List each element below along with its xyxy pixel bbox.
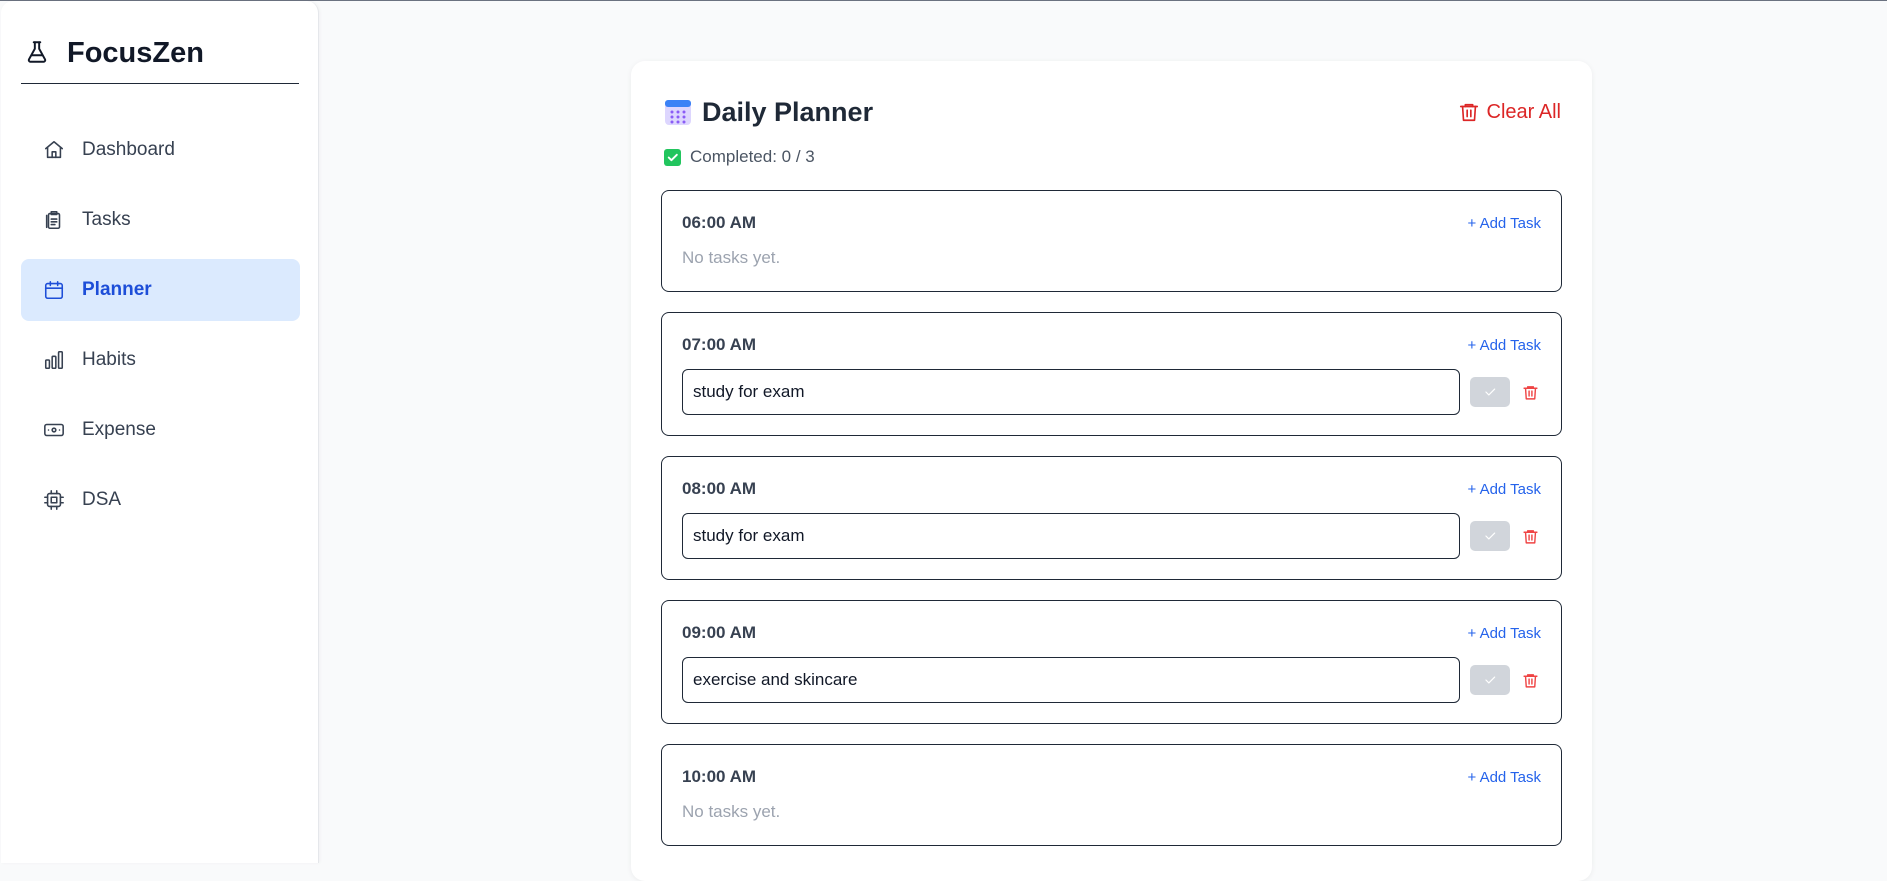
sidebar-item-habits[interactable]: Habits [21,329,300,391]
clear-all-button[interactable]: Clear All [1458,100,1561,124]
check-icon [1485,532,1496,540]
sidebar-item-expense[interactable]: Expense [21,399,300,461]
time-slot-0600: 06:00 AM + Add Task No tasks yet. [661,190,1562,292]
sidebar-item-label: Dashboard [82,139,175,160]
time-slot-1000: 10:00 AM + Add Task No tasks yet. [661,744,1562,846]
calendar-icon [42,278,66,302]
sidebar-item-planner[interactable]: Planner [21,259,300,321]
empty-slot-text: No tasks yet. [682,802,781,821]
bar-chart-icon [42,348,66,372]
add-task-button[interactable]: + Add Task [1467,215,1541,232]
check-mark-icon [664,148,681,166]
sidebar-nav: Dashboard Tasks Planner Habits Expense D… [21,119,300,539]
banknote-icon [42,418,66,442]
planner-card: Daily Planner Clear All Completed: 0 / 3… [631,61,1592,881]
delete-task-button[interactable] [1520,381,1540,403]
app-name: FocusZen [67,36,204,69]
task-row [682,369,1542,415]
check-icon [1485,676,1496,684]
time-slot-0800: 08:00 AM + Add Task [661,456,1562,580]
delete-task-button[interactable] [1520,525,1540,547]
sidebar-item-label: Expense [82,419,156,440]
task-input[interactable] [682,657,1460,703]
completed-text: Completed: 0 / 3 [690,147,815,166]
trash-icon [1522,385,1538,400]
slot-time: 07:00 AM [682,335,757,354]
slot-time: 10:00 AM [682,767,757,786]
planner-header: Daily Planner Clear All [664,94,1561,130]
trash-icon [1522,673,1538,688]
task-input[interactable] [682,513,1460,559]
add-task-button[interactable]: + Add Task [1467,481,1541,498]
add-task-button[interactable]: + Add Task [1467,769,1541,786]
empty-slot-text: No tasks yet. [682,248,781,267]
page-title: Daily Planner [702,96,874,127]
slot-time: 08:00 AM [682,479,757,498]
add-task-button[interactable]: + Add Task [1467,625,1541,642]
clipboard-icon [42,208,66,232]
sidebar-item-dashboard[interactable]: Dashboard [21,119,300,181]
trash-icon [1522,529,1538,544]
sidebar-item-label: Habits [82,349,136,370]
mark-done-button[interactable] [1470,665,1510,695]
clear-all-label: Clear All [1486,100,1561,123]
calendar-emoji-icon [664,98,692,126]
completed-status: Completed: 0 / 3 [664,147,815,167]
sidebar-item-label: Tasks [82,209,131,230]
mark-done-button[interactable] [1470,521,1510,551]
sidebar-item-label: DSA [82,489,122,510]
task-row [682,657,1542,703]
sidebar-item-label: Planner [82,279,152,300]
trash-icon [1458,100,1482,124]
check-icon [1485,388,1496,396]
slot-time: 09:00 AM [682,623,757,642]
flask-icon [22,37,52,67]
sidebar: FocusZen Dashboard Tasks Planner Habits … [1,1,319,863]
delete-task-button[interactable] [1520,669,1540,691]
slot-time: 06:00 AM [682,213,757,232]
add-task-button[interactable]: + Add Task [1467,337,1541,354]
brand: FocusZen [21,35,299,84]
time-slot-0700: 07:00 AM + Add Task [661,312,1562,436]
task-row [682,513,1542,559]
sidebar-item-dsa[interactable]: DSA [21,469,300,531]
task-input[interactable] [682,369,1460,415]
mark-done-button[interactable] [1470,377,1510,407]
cpu-icon [42,488,66,512]
home-icon [42,138,66,162]
time-slot-0900: 09:00 AM + Add Task [661,600,1562,724]
sidebar-item-tasks[interactable]: Tasks [21,189,300,251]
